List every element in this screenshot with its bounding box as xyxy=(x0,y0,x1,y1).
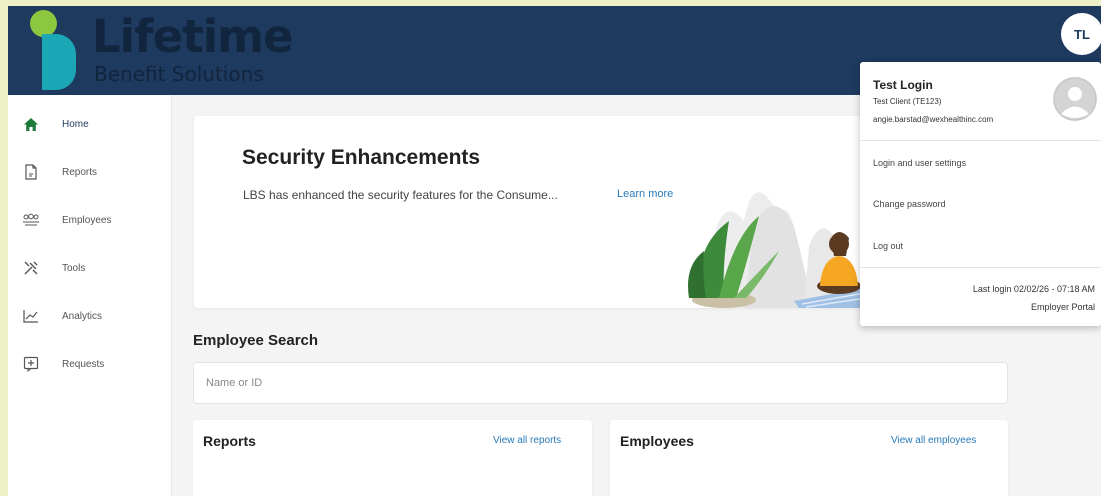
logo-dot-shape xyxy=(30,10,57,37)
sidebar-item-label: Home xyxy=(62,118,89,130)
app-frame: Lifetime Benefit Solutions TL Home Repor… xyxy=(8,6,1101,496)
sidebar-item-requests[interactable]: Requests xyxy=(8,346,172,382)
employee-search-input[interactable] xyxy=(194,363,1007,403)
last-login-info: Last login 02/02/26 - 07:18 AM xyxy=(972,284,1095,294)
view-all-employees-link[interactable]: View all employees xyxy=(891,435,976,446)
request-icon xyxy=(22,355,40,373)
employees-card: Employees View all employees xyxy=(610,420,1008,496)
view-all-reports-link[interactable]: View all reports xyxy=(493,435,561,446)
user-email: angie.barstad@wexhealthinc.com xyxy=(873,115,994,124)
sidebar-item-home[interactable]: Home xyxy=(8,106,172,142)
brand-logo[interactable]: Lifetime Benefit Solutions xyxy=(30,10,330,92)
sidebar-item-label: Employees xyxy=(62,214,112,226)
sidebar-item-label: Reports xyxy=(62,166,98,178)
logo-swoosh-shape xyxy=(42,34,76,90)
menu-divider xyxy=(860,267,1101,268)
menu-divider xyxy=(860,140,1101,141)
logo-title: Lifetime xyxy=(92,10,294,63)
tools-icon xyxy=(22,259,40,277)
sidebar-item-employees[interactable]: Employees xyxy=(8,202,172,238)
sidebar-item-label: Analytics xyxy=(62,310,103,322)
logo-subtitle: Benefit Solutions xyxy=(94,62,264,86)
sidebar-item-analytics[interactable]: Analytics xyxy=(8,298,172,334)
banner-text: LBS has enhanced the security features f… xyxy=(243,188,558,202)
user-name: Test Login xyxy=(873,78,933,92)
document-icon xyxy=(22,163,40,181)
employee-search-title: Employee Search xyxy=(193,332,319,349)
chart-icon xyxy=(22,307,40,325)
sidebar-item-reports[interactable]: Reports xyxy=(8,154,172,190)
banner-title: Security Enhancements xyxy=(242,146,481,169)
change-password-menu-item[interactable]: Change password xyxy=(873,199,946,209)
employee-search-box xyxy=(193,362,1008,404)
user-client: Test Client (TE123) xyxy=(873,97,942,106)
user-menu-dropdown: Test Login Test Client (TE123) angie.bar… xyxy=(860,62,1101,326)
sidebar-item-label: Requests xyxy=(62,358,105,370)
learn-more-link[interactable]: Learn more xyxy=(617,188,673,200)
employees-card-title: Employees xyxy=(620,433,694,449)
reports-card: Reports View all reports xyxy=(193,420,592,496)
home-icon xyxy=(22,115,40,133)
login-settings-menu-item[interactable]: Login and user settings xyxy=(873,158,966,168)
sidebar-item-tools[interactable]: Tools xyxy=(8,250,172,286)
user-avatar-icon xyxy=(1053,77,1097,121)
reports-card-title: Reports xyxy=(203,433,256,449)
portal-name: Employer Portal xyxy=(1030,302,1095,312)
user-avatar-button[interactable]: TL xyxy=(1061,13,1101,55)
sidebar-item-label: Tools xyxy=(62,262,86,274)
sidebar-nav: Home Reports Employees Tools Analytics R… xyxy=(8,95,172,496)
people-icon xyxy=(22,211,40,229)
logout-menu-item[interactable]: Log out xyxy=(873,241,903,251)
